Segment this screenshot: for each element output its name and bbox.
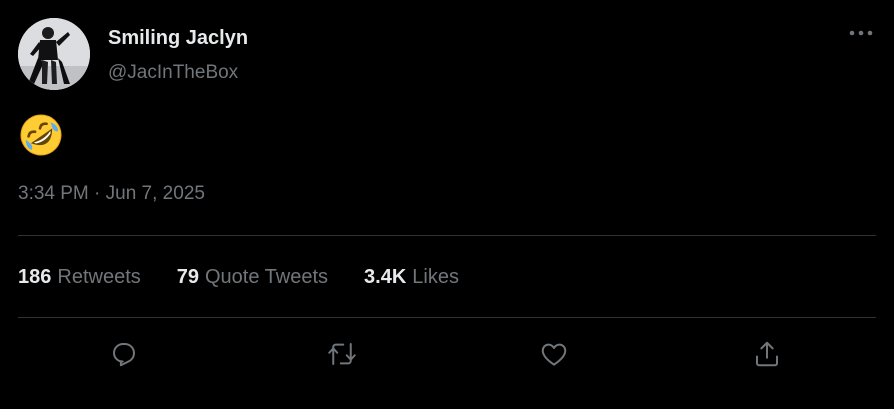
likes-stat[interactable]: 3.4K Likes — [364, 266, 459, 289]
heart-icon — [541, 343, 567, 366]
quote-tweets-label: Quote Tweets — [205, 266, 329, 288]
tweet-detail: Smiling Jaclyn @JacInTheBox 3:34 PM · Ju… — [0, 0, 894, 409]
avatar-image — [18, 18, 90, 90]
likes-count: 3.4K — [364, 266, 407, 288]
engagement-stats: 186 Retweets 79 Quote Tweets 3.4K Likes — [18, 266, 495, 289]
avatar[interactable] — [18, 18, 90, 90]
rolling-on-the-floor-laughing-icon — [20, 114, 62, 156]
like-button[interactable] — [537, 337, 571, 371]
share-button[interactable] — [750, 337, 784, 371]
tweet-timestamp[interactable]: 3:34 PM · Jun 7, 2025 — [18, 183, 205, 205]
quote-tweets-stat[interactable]: 79 Quote Tweets — [177, 266, 328, 289]
author-display-name[interactable]: Smiling Jaclyn — [108, 27, 248, 50]
more-options-button[interactable] — [844, 18, 878, 48]
reply-icon — [113, 343, 135, 367]
likes-label: Likes — [412, 266, 459, 288]
retweet-icon — [328, 343, 356, 365]
divider-bottom — [18, 317, 876, 318]
retweets-label: Retweets — [57, 266, 141, 288]
more-horizontal-icon — [849, 30, 873, 36]
retweets-count: 186 — [18, 266, 52, 288]
divider-top — [18, 235, 876, 236]
tweet-text — [18, 112, 66, 160]
quote-tweets-count: 79 — [176, 266, 199, 288]
share-icon — [756, 341, 778, 367]
reply-button[interactable] — [107, 337, 141, 371]
author-handle[interactable]: @JacInTheBox — [108, 62, 238, 84]
retweets-stat[interactable]: 186 Retweets — [18, 266, 141, 289]
retweet-button[interactable] — [325, 337, 359, 371]
